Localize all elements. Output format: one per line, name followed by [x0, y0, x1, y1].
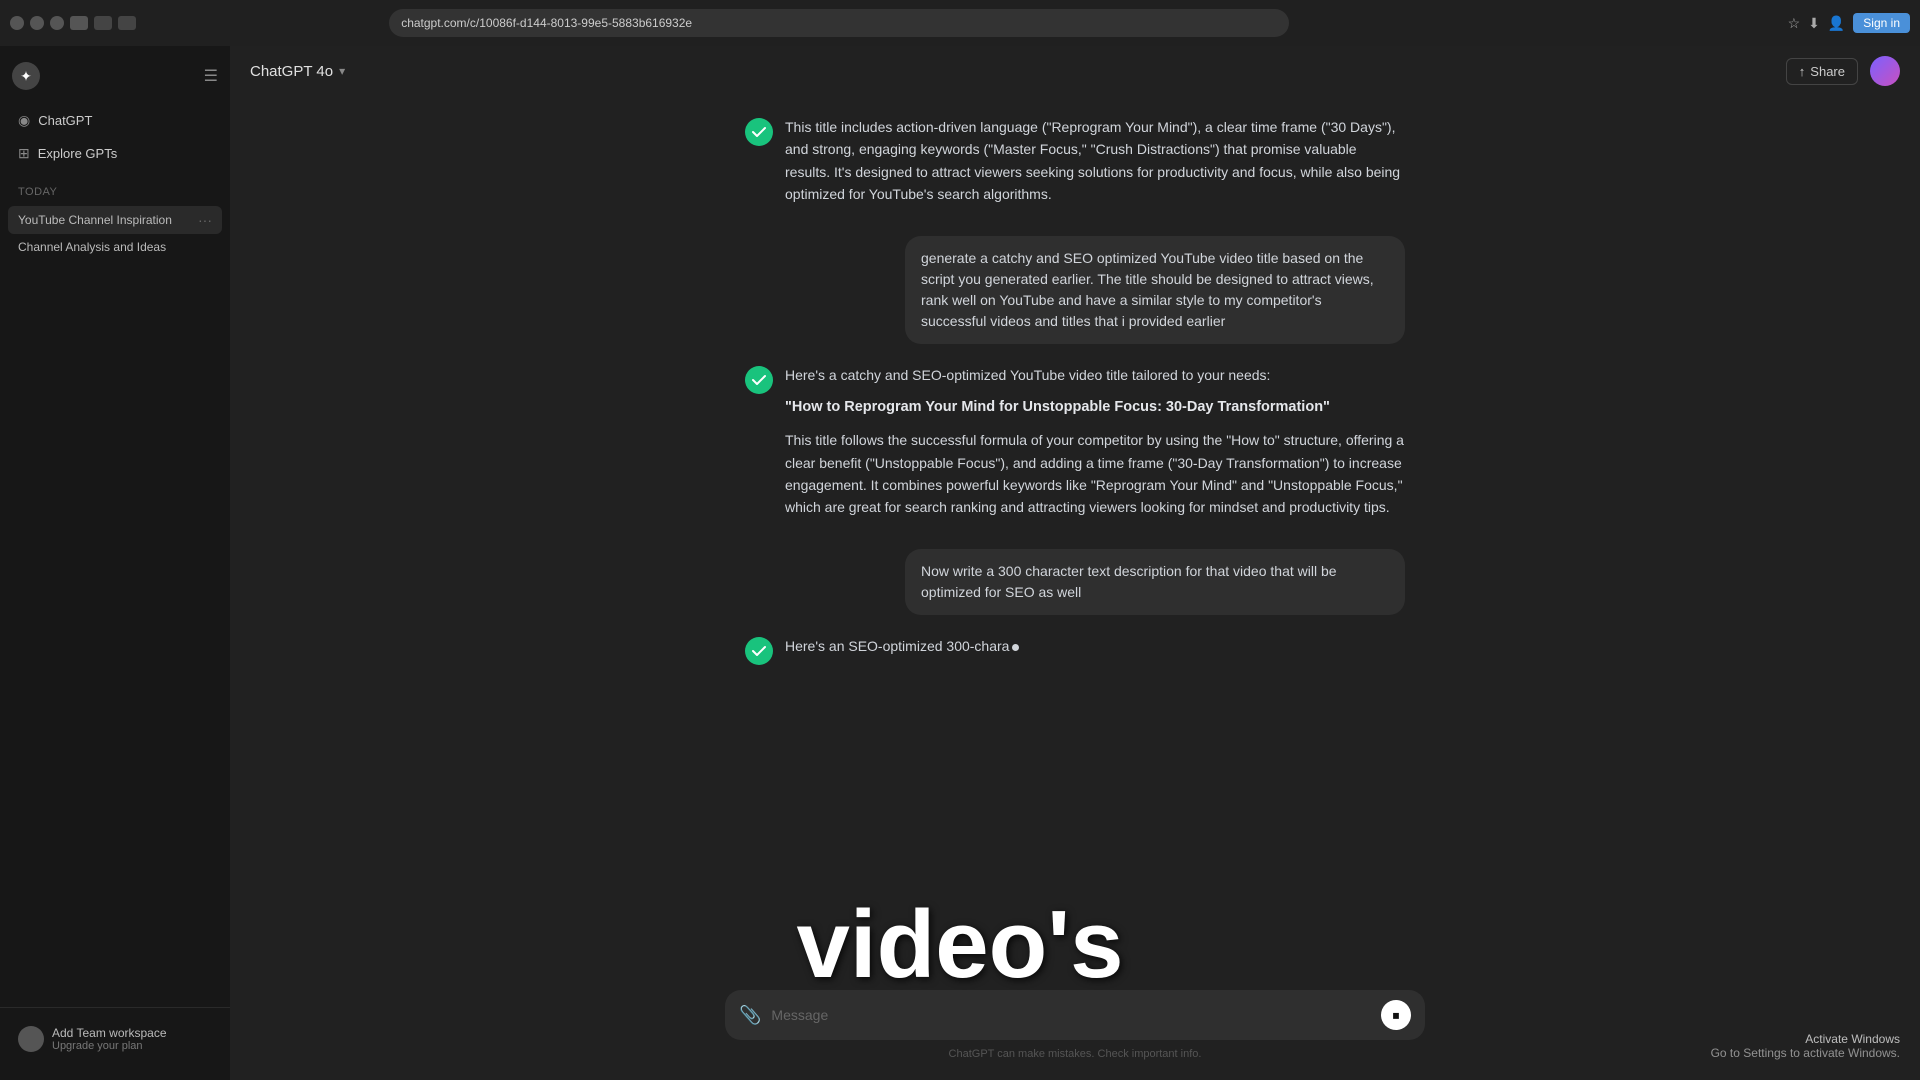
user-info: Add Team workspace Upgrade your plan	[52, 1026, 167, 1052]
explore-nav-label: Explore GPTs	[38, 146, 117, 161]
assistant-typing-text: Here's an SEO-optimized 300-chara	[785, 635, 1405, 657]
assistant-text-1: This title includes action-driven langua…	[785, 116, 1405, 216]
browser-controls	[10, 16, 136, 30]
assistant-message-typing: Here's an SEO-optimized 300-chara	[745, 635, 1405, 665]
typing-cursor	[1012, 644, 1019, 651]
share-button[interactable]: ↑ Share	[1786, 58, 1858, 85]
typing-text: Here's an SEO-optimized 300-chara	[785, 638, 1009, 654]
user-message-1: generate a catchy and SEO optimized YouT…	[745, 236, 1405, 344]
user-avatar	[18, 1026, 44, 1052]
send-button[interactable]: ⏹	[1381, 1000, 1411, 1030]
history-item-channel-analysis[interactable]: Channel Analysis and Ideas	[8, 234, 222, 260]
attach-button[interactable]: 📎	[739, 1005, 761, 1026]
disclaimer-text: ChatGPT can make mistakes. Check importa…	[725, 1048, 1425, 1060]
message-input[interactable]	[771, 1003, 1371, 1027]
message-container: This title includes action-driven langua…	[725, 116, 1425, 685]
bookmark-icon[interactable]: ☆	[1788, 15, 1801, 32]
browser-maximize-btn[interactable]	[50, 16, 64, 30]
url-text: chatgpt.com/c/10086f-d144-8013-99e5-5883…	[401, 16, 692, 30]
history-item-youtube-channel[interactable]: YouTube Channel Inspiration ···	[8, 206, 222, 234]
input-container: 📎 ⏹	[725, 990, 1425, 1040]
browser-nav-back[interactable]	[70, 16, 88, 30]
history-label-1: YouTube Channel Inspiration	[18, 213, 172, 227]
sidebar: ✦ ☰ ◉ ChatGPT ⊞ Explore GPTs Today YouTu…	[0, 46, 230, 1080]
sidebar-nav: ◉ ChatGPT ⊞ Explore GPTs	[0, 100, 230, 174]
sidebar-section-today: Today	[0, 174, 230, 202]
assistant-text-2: Here's a catchy and SEO-optimized YouTub…	[785, 364, 1405, 529]
browser-minimize-btn[interactable]	[30, 16, 44, 30]
assistant-avatar-3	[745, 637, 773, 665]
download-icon[interactable]: ⬇	[1808, 15, 1820, 32]
chat-area[interactable]: This title includes action-driven langua…	[230, 96, 1920, 978]
assistant-message-2: Here's a catchy and SEO-optimized YouTub…	[745, 364, 1405, 529]
assistant-avatar-2	[745, 366, 773, 394]
user-workspace-label: Add Team workspace	[52, 1026, 167, 1040]
chatgpt-nav-icon: ◉	[18, 112, 30, 129]
address-bar[interactable]: chatgpt.com/c/10086f-d144-8013-99e5-5883…	[389, 9, 1289, 37]
share-icon: ↑	[1799, 64, 1806, 79]
signin-button[interactable]: Sign in	[1853, 13, 1910, 33]
model-selector[interactable]: ChatGPT 4o ▾	[250, 63, 345, 80]
assistant-intro-text: This title includes action-driven langua…	[785, 116, 1405, 206]
assistant-message-1: This title includes action-driven langua…	[745, 116, 1405, 216]
response-body: This title follows the successful formul…	[785, 429, 1405, 519]
sidebar-menu-icon[interactable]: ☰	[204, 66, 218, 86]
browser-nav-forward[interactable]	[94, 16, 112, 30]
send-icon: ⏹	[1393, 1007, 1400, 1024]
sidebar-history: YouTube Channel Inspiration ··· Channel …	[0, 202, 230, 264]
top-bar-right: ↑ Share	[1786, 56, 1900, 86]
explore-nav-icon: ⊞	[18, 145, 30, 162]
user-profile-avatar[interactable]	[1870, 56, 1900, 86]
sidebar-item-explore-gpts[interactable]: ⊞ Explore GPTs	[8, 137, 222, 170]
history-dots-1[interactable]: ···	[198, 212, 212, 228]
browser-nav-refresh[interactable]	[118, 16, 136, 30]
assistant-avatar-1	[745, 118, 773, 146]
sidebar-user-item[interactable]: Add Team workspace Upgrade your plan	[8, 1018, 222, 1060]
model-chevron-icon: ▾	[339, 64, 345, 78]
sidebar-top: ✦ ☰	[0, 56, 230, 100]
attach-icon: 📎	[739, 1005, 761, 1026]
user-text-2: Now write a 300 character text descripti…	[921, 563, 1337, 600]
user-bubble-2: Now write a 300 character text descripti…	[905, 549, 1405, 615]
profile-icon[interactable]: 👤	[1828, 15, 1845, 32]
history-label-2: Channel Analysis and Ideas	[18, 240, 166, 254]
sidebar-bottom: Add Team workspace Upgrade your plan	[0, 1007, 230, 1070]
video-title-text: "How to Reprogram Your Mind for Unstoppa…	[785, 396, 1405, 419]
chatgpt-nav-label: ChatGPT	[38, 113, 92, 128]
share-label: Share	[1810, 64, 1845, 79]
sidebar-logo[interactable]: ✦	[12, 62, 40, 90]
model-name: ChatGPT 4o	[250, 63, 333, 80]
top-bar: ChatGPT 4o ▾ ↑ Share	[230, 46, 1920, 96]
browser-chrome: chatgpt.com/c/10086f-d144-8013-99e5-5883…	[0, 0, 1920, 46]
user-sub-label: Upgrade your plan	[52, 1040, 167, 1052]
input-area: 📎 ⏹ ChatGPT can make mistakes. Check imp…	[230, 978, 1920, 1080]
app-layout: ✦ ☰ ◉ ChatGPT ⊞ Explore GPTs Today YouTu…	[0, 46, 1920, 1080]
browser-right-controls: ☆ ⬇ 👤 Sign in	[1788, 13, 1910, 33]
sidebar-item-chatgpt[interactable]: ◉ ChatGPT	[8, 104, 222, 137]
main-content: ChatGPT 4o ▾ ↑ Share	[230, 46, 1920, 1080]
user-message-2: Now write a 300 character text descripti…	[745, 549, 1405, 615]
response-intro: Here's a catchy and SEO-optimized YouTub…	[785, 364, 1405, 386]
logo-icon: ✦	[20, 68, 32, 85]
user-text-1: generate a catchy and SEO optimized YouT…	[921, 250, 1374, 329]
user-bubble-1: generate a catchy and SEO optimized YouT…	[905, 236, 1405, 344]
browser-close-btn[interactable]	[10, 16, 24, 30]
